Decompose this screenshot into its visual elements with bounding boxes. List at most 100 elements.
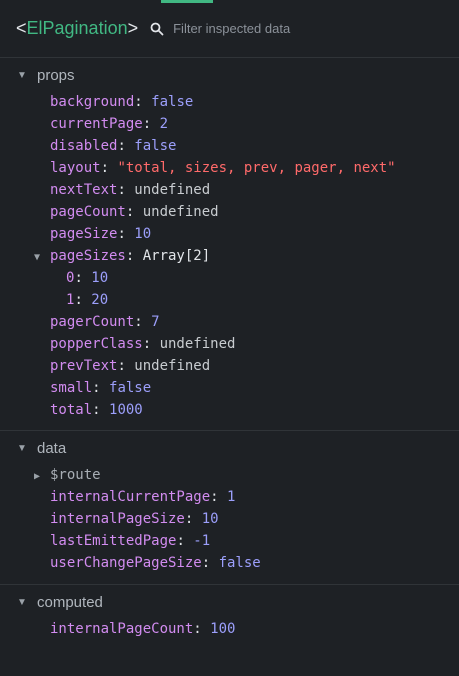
prop-key: pagerCount	[50, 314, 135, 330]
prop-sep: :	[134, 94, 152, 110]
prop-row[interactable]: pagerCount: 7	[0, 311, 459, 333]
section-title: computed	[37, 593, 103, 611]
data-row[interactable]: lastEmittedPage: -1	[0, 530, 459, 552]
prop-sep: :	[117, 138, 135, 154]
prop-sep: :	[125, 204, 143, 220]
caret-down-icon: ▼	[17, 69, 27, 81]
prop-row[interactable]: total: 1000	[0, 399, 459, 421]
data-value: 1	[227, 489, 236, 505]
prop-key: background	[50, 94, 135, 110]
prop-row[interactable]: pageSize: 10	[0, 223, 459, 245]
prop-value: false	[134, 138, 177, 154]
prop-key: layout	[50, 160, 101, 176]
data-row[interactable]: userChangePageSize: false	[0, 552, 459, 574]
prop-value: 7	[151, 314, 160, 330]
data-row[interactable]: internalPageSize: 10	[0, 508, 459, 530]
prop-sep: :	[92, 402, 110, 418]
prop-sep: :	[100, 160, 118, 176]
prop-key: pageCount	[50, 204, 126, 220]
prop-sep: :	[117, 226, 135, 242]
prop-value: undefined	[134, 182, 211, 198]
prop-value: "total, sizes, prev, pager, next"	[117, 160, 396, 176]
component-open-bracket: <	[16, 18, 27, 38]
data-value: 10	[201, 511, 219, 527]
prop-sep: :	[74, 270, 92, 286]
data-section: ▼ data ▶ $route internalCurrentPage: 1 in…	[0, 432, 459, 585]
data-sep: :	[210, 489, 228, 505]
prop-key: popperClass	[50, 336, 143, 352]
prop-value: 1000	[109, 402, 143, 418]
prop-sep: :	[125, 248, 143, 264]
props-section-toggle[interactable]: ▼ props	[0, 59, 459, 91]
prop-value: 10	[91, 270, 109, 286]
data-key: internalPageSize	[50, 511, 185, 527]
prop-key: total	[50, 402, 93, 418]
prop-row[interactable]: disabled: false	[0, 135, 459, 157]
filter-input[interactable]	[173, 21, 404, 36]
computed-value: 100	[210, 621, 236, 637]
computed-sep: :	[193, 621, 211, 637]
prop-key: currentPage	[50, 116, 143, 132]
prop-sep: :	[117, 358, 135, 374]
component-tag-name: ElPagination	[26, 18, 128, 38]
prop-sep: :	[142, 116, 160, 132]
filter-search[interactable]	[150, 21, 404, 36]
data-sep: :	[184, 511, 202, 527]
computed-section-toggle[interactable]: ▼ computed	[0, 586, 459, 618]
caret-down-icon[interactable]: ▼	[34, 247, 50, 269]
prop-row[interactable]: popperClass: undefined	[0, 333, 459, 355]
prop-sep: :	[142, 336, 160, 352]
section-title: props	[37, 66, 75, 84]
prop-sep: :	[134, 314, 152, 330]
component-close-bracket: >	[127, 18, 139, 38]
prop-value: undefined	[134, 358, 211, 374]
array-item-row[interactable]: 0: 10	[0, 267, 459, 289]
prop-key: nextText	[50, 182, 118, 198]
data-row-expandable[interactable]: ▶ $route	[0, 464, 459, 486]
data-key: $route	[50, 467, 101, 483]
prop-value: undefined	[142, 204, 219, 220]
caret-right-icon[interactable]: ▶	[34, 466, 50, 488]
data-key: internalCurrentPage	[50, 489, 211, 505]
prop-key: pageSizes	[50, 248, 126, 264]
data-row[interactable]: internalCurrentPage: 1	[0, 486, 459, 508]
prop-value: 10	[134, 226, 152, 242]
data-key: userChangePageSize	[50, 555, 202, 571]
prop-row[interactable]: background: false	[0, 91, 459, 113]
prop-value: false	[109, 380, 152, 396]
computed-section: ▼ computed internalPageCount: 100	[0, 586, 459, 676]
inspector-header: <ElPagination>	[0, 0, 459, 58]
prop-value: false	[151, 94, 194, 110]
data-sep: :	[176, 533, 194, 549]
prop-row[interactable]: nextText: undefined	[0, 179, 459, 201]
prop-sep: :	[92, 380, 110, 396]
prop-row[interactable]: layout: "total, sizes, prev, pager, next…	[0, 157, 459, 179]
prop-value: 2	[159, 116, 169, 132]
prop-value: 20	[91, 292, 109, 308]
data-key: lastEmittedPage	[50, 533, 177, 549]
array-item-row[interactable]: 1: 20	[0, 289, 459, 311]
prop-sep: :	[74, 292, 92, 308]
prop-row[interactable]: pageCount: undefined	[0, 201, 459, 223]
prop-key: pageSize	[50, 226, 118, 242]
prop-row[interactable]: small: false	[0, 377, 459, 399]
prop-row-expandable[interactable]: ▼ pageSizes: Array[2]	[0, 245, 459, 267]
section-title: data	[37, 439, 67, 457]
prop-row[interactable]: prevText: undefined	[0, 355, 459, 377]
data-sep: :	[201, 555, 219, 571]
data-section-toggle[interactable]: ▼ data	[0, 432, 459, 464]
component-name: <ElPagination>	[16, 18, 138, 39]
computed-row[interactable]: internalPageCount: 100	[0, 618, 459, 640]
data-value: false	[218, 555, 261, 571]
data-value: -1	[193, 533, 211, 549]
caret-down-icon: ▼	[17, 596, 27, 608]
prop-key: small	[50, 380, 93, 396]
prop-sep: :	[117, 182, 135, 198]
prop-key: prevText	[50, 358, 118, 374]
props-section: ▼ props background: false currentPage: 2…	[0, 59, 459, 431]
caret-down-icon: ▼	[17, 442, 27, 454]
computed-key: internalPageCount	[50, 621, 194, 637]
prop-row[interactable]: currentPage: 2	[0, 113, 459, 135]
prop-key: disabled	[50, 138, 118, 154]
search-icon	[150, 22, 164, 35]
